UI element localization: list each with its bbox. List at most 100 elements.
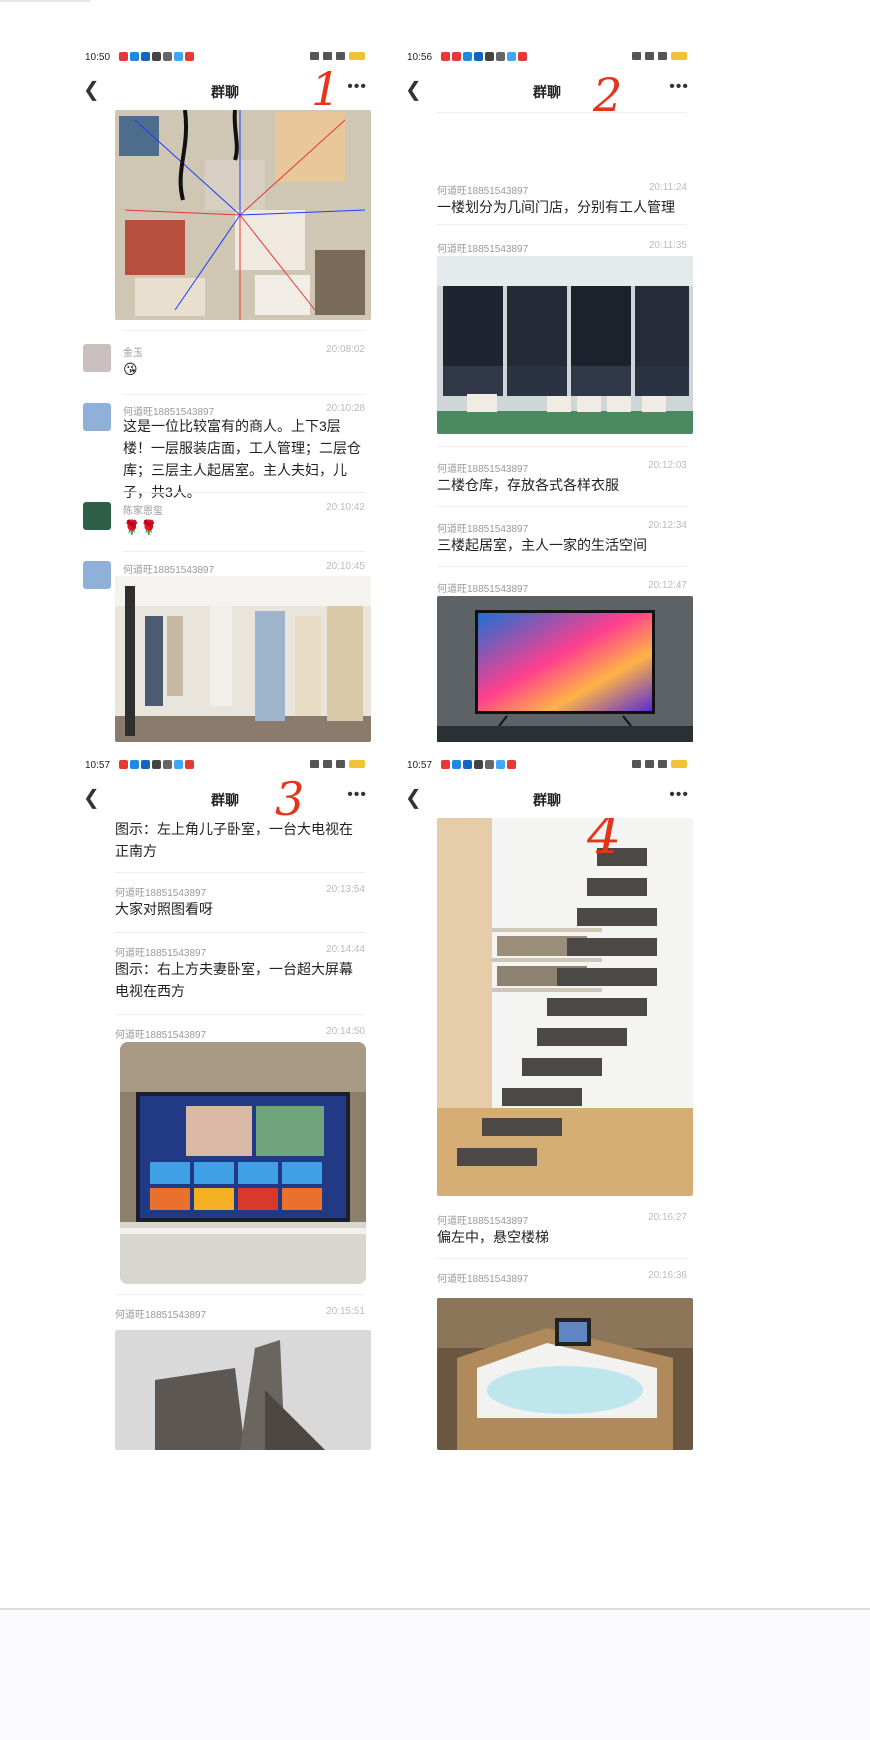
message-text: 二楼仓库，存放各式各样衣服: [437, 477, 619, 493]
message-text: 偏左中，悬空楼梯: [437, 1229, 549, 1245]
status-bar: 10:56: [397, 46, 697, 72]
message-item: 图示：左上角儿子卧室，一台大电视在正南方: [75, 818, 375, 868]
message-divider: [437, 506, 687, 507]
sender-name: 何道旺18851543897: [437, 1216, 529, 1227]
message-text: 😘: [123, 361, 138, 377]
message-item: 何道旺18851543897 20:12:03 二楼仓库，存放各式各样衣服: [397, 460, 697, 500]
sender-name: 何道旺18851543897: [115, 1030, 207, 1041]
battery-icon: [349, 52, 365, 60]
system-icons: [632, 760, 687, 768]
message-divider: [115, 932, 365, 933]
bedroom-tv-image[interactable]: [120, 1042, 366, 1284]
message-item: 金玉 20:08:02 😘: [75, 344, 375, 390]
chat-panel-2: 10:56 ❮ 群聊 ••• 2 何道旺18851543897 20:11:24…: [397, 46, 697, 742]
message-item: 何道旺18851543897 20:16:27 偏左中，悬空楼梯: [397, 1212, 697, 1252]
sender-name: 何道旺18851543897: [115, 948, 207, 959]
message-time: 20:11:24: [648, 182, 687, 193]
message-text: 🌹🌹: [123, 519, 158, 535]
jacuzzi-bathtub-image[interactable]: [437, 1298, 693, 1450]
message-item: 何道旺18851543897 20:14:44 图示：右上方夫妻卧室，一台超大屏…: [75, 944, 375, 1008]
message-time: 20:12:03: [648, 460, 687, 471]
sender-name: 何道旺18851543897: [123, 565, 215, 576]
more-options-icon[interactable]: •••: [669, 78, 689, 96]
message-item: 何道旺18851543897 20:12:34 三楼起居室，主人一家的生活空间: [397, 520, 697, 560]
television-image[interactable]: [437, 596, 693, 742]
handwritten-number-marker: 3: [275, 772, 305, 826]
notification-icons: [441, 760, 516, 769]
system-icons: [310, 52, 365, 60]
more-options-icon[interactable]: •••: [347, 786, 367, 804]
sender-name: 何道旺18851543897: [437, 244, 529, 255]
message-divider: [123, 394, 365, 395]
message-time: 20:13:54: [326, 884, 365, 895]
message-time: 20:14:50: [326, 1026, 365, 1037]
chat-header: ❮ 群聊 ••• 1: [75, 66, 375, 112]
message-time: 20:14:44: [326, 944, 365, 955]
status-time: 10:57: [407, 760, 433, 771]
floating-staircase-image[interactable]: 4: [437, 818, 693, 1196]
sender-name: 何道旺18851543897: [437, 524, 529, 535]
status-time: 10:57: [85, 760, 111, 771]
message-divider: [115, 872, 365, 873]
message-item: 陈家恩玺 20:10:42 🌹🌹: [75, 502, 375, 546]
battery-icon: [671, 52, 687, 60]
chat-header: ❮ 群聊 ••• 3: [75, 776, 375, 822]
message-time: 20:08:02: [326, 344, 365, 355]
avatar[interactable]: [83, 344, 111, 372]
status-time: 10:56: [407, 52, 433, 63]
message-text: 大家对照图看呀: [115, 901, 213, 917]
system-icons: [632, 52, 687, 60]
notification-icons: [119, 52, 194, 61]
chat-panel-1: 10:50 ❮ 群聊 ••• 1 金玉 20:08:02 😘 何道旺188515…: [75, 46, 375, 742]
sender-name: 何道旺18851543897: [115, 1310, 207, 1321]
message-divider: [437, 1258, 687, 1259]
sender-name: 何道旺18851543897: [437, 464, 529, 475]
message-item: 何道旺18851543897 20:10:28 这是一位比较富有的商人。上下3层…: [75, 403, 375, 500]
sender-name: 何道旺18851543897: [437, 1274, 529, 1285]
message-divider: [437, 446, 687, 447]
chat-title: 群聊: [533, 84, 561, 100]
message-divider: [115, 1294, 365, 1295]
warehouse-image[interactable]: [437, 256, 693, 434]
more-options-icon[interactable]: •••: [347, 78, 367, 96]
avatar[interactable]: [83, 561, 111, 589]
message-item: 何道旺18851543897 20:13:54 大家对照图看呀: [75, 884, 375, 924]
message-time: 20:10:42: [326, 502, 365, 513]
status-time: 10:50: [85, 52, 111, 63]
status-bar: 10:57: [75, 754, 375, 780]
clothing-store-image[interactable]: [115, 576, 371, 742]
message-time: 20:16:36: [648, 1270, 687, 1281]
message-item: 何道旺18851543897 20:15:51: [75, 1306, 375, 1321]
message-item: 何道旺18851543897 20:16:36: [397, 1270, 697, 1285]
message-divider: [437, 566, 687, 567]
notification-icons: [119, 760, 194, 769]
message-text: 一楼划分为几间门店，分别有工人管理: [437, 199, 675, 215]
battery-icon: [671, 760, 687, 768]
chat-header: ❮ 群聊 •••: [397, 780, 697, 818]
message-divider: [123, 330, 365, 331]
message-item: 何道旺18851543897 20:14:50: [75, 1026, 375, 1041]
handwritten-number-marker: 4: [587, 818, 622, 866]
message-text: 图示：左上角儿子卧室，一台大电视在正南方: [115, 821, 353, 859]
staircase-image[interactable]: [115, 1330, 371, 1450]
floor-plan-image[interactable]: [115, 110, 371, 320]
message-list[interactable]: 图示：左上角儿子卧室，一台大电视在正南方 何道旺18851543897 20:1…: [75, 818, 375, 1450]
message-list[interactable]: 4 何道旺18851543897 20:16:27 偏左中，悬空楼梯 何道旺18…: [397, 818, 697, 1450]
bottom-area: [0, 1610, 870, 1740]
avatar[interactable]: [83, 403, 111, 431]
message-time: 20:10:45: [326, 561, 365, 572]
chat-header: ❮ 群聊 ••• 2: [397, 72, 697, 118]
notification-icons: [441, 52, 527, 61]
avatar[interactable]: [83, 502, 111, 530]
message-item: 何道旺18851543897 20:11:35: [397, 240, 697, 255]
message-divider: [437, 224, 687, 225]
message-text: 图示：右上方夫妻卧室，一台超大屏幕电视在西方: [115, 961, 353, 999]
more-options-icon[interactable]: •••: [669, 786, 689, 804]
message-time: 20:11:35: [648, 240, 687, 251]
message-list[interactable]: 何道旺18851543897 20:11:24 一楼划分为几间门店，分别有工人管…: [397, 110, 697, 742]
handwritten-number-marker: 1: [311, 62, 341, 116]
top-divider: [0, 0, 90, 2]
message-time: 20:10:28: [326, 403, 365, 414]
message-list[interactable]: 金玉 20:08:02 😘 何道旺18851543897 20:10:28 这是…: [75, 110, 375, 742]
chat-panel-4: 10:57 ❮ 群聊 ••• 4 何道旺18851543897 20:16:27…: [397, 754, 697, 1450]
